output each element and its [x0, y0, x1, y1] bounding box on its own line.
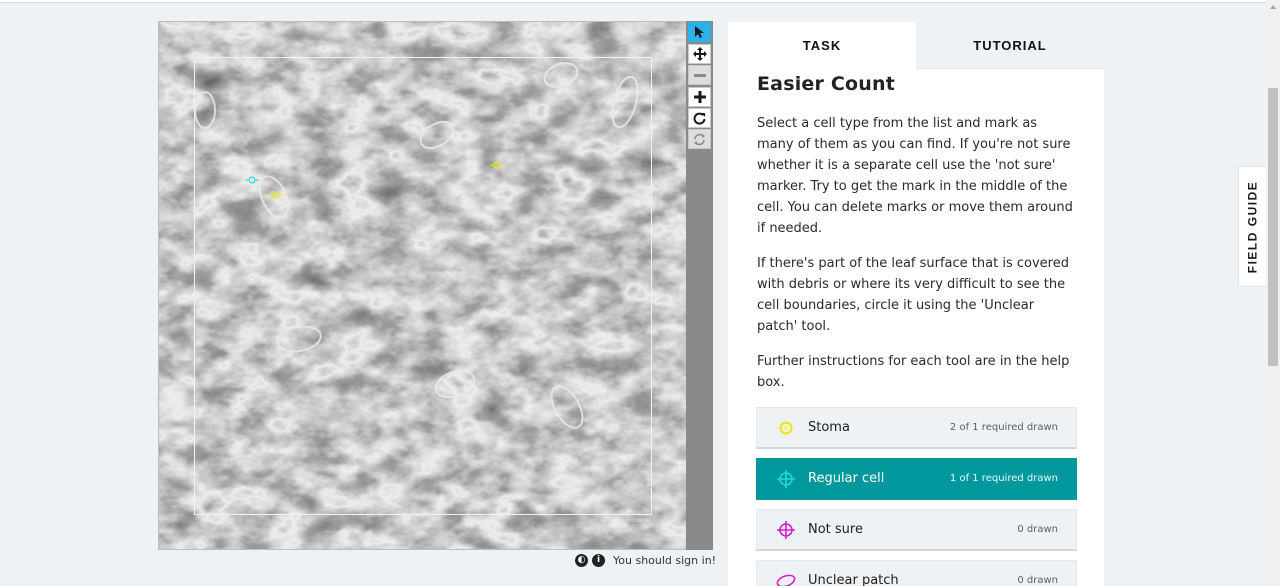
subject-image-viewer[interactable]: 500 microns 3 microns [158, 21, 687, 550]
instruction-paragraph: If there's part of the leaf surface that… [757, 256, 1069, 334]
scroll-up-arrow-icon[interactable] [1268, 2, 1278, 12]
regular-cell-mark[interactable] [245, 173, 259, 187]
info-icon[interactable]: i [592, 553, 605, 567]
scale-bar-label: 500 microns [612, 517, 650, 524]
instruction-paragraph: Further instructions for each tool are i… [757, 354, 1070, 390]
field-guide-label: FIELD GUIDE [1245, 180, 1260, 273]
task-panel: TASK TUTORIAL Easier Count Select a cell… [728, 22, 1104, 586]
tool-label: Stoma [808, 420, 850, 435]
zoom-in-button[interactable] [688, 87, 711, 107]
stoma-mark[interactable] [269, 188, 283, 202]
crosshair-icon [775, 519, 797, 541]
move-icon [692, 47, 707, 61]
pointer-tool-button[interactable] [688, 22, 711, 42]
pointer-icon [694, 26, 704, 38]
task-title: Easier Count [757, 73, 896, 95]
top-header-strip [0, 0, 1266, 3]
rotate-button[interactable] [688, 108, 711, 128]
tool-label: Unclear patch [808, 573, 899, 586]
tool-unclear-patch[interactable]: Unclear patch 0 drawn [756, 560, 1077, 586]
viewer-toolbar [686, 21, 713, 550]
scrollbar-thumb[interactable] [1268, 88, 1278, 366]
tool-regular-cell[interactable]: Regular cell 1 of 1 required drawn [756, 458, 1077, 500]
crosshair-icon [775, 468, 797, 490]
reset-icon [694, 133, 705, 145]
ellipse-icon [775, 570, 797, 586]
tab-tutorial[interactable]: TUTORIAL [916, 22, 1104, 69]
stoma-mark[interactable] [490, 158, 504, 172]
tool-not-sure[interactable]: Not sure 0 drawn [756, 509, 1077, 551]
stoma-marker-icon [775, 417, 797, 439]
tool-label: Not sure [808, 522, 863, 537]
tab-task[interactable]: TASK [728, 22, 916, 69]
rotate-icon [693, 112, 706, 125]
zoom-out-icon [693, 74, 706, 77]
reset-button[interactable] [688, 129, 711, 149]
sign-in-text[interactable]: You should sign in! [613, 554, 716, 567]
tool-label: Regular cell [808, 471, 885, 486]
zoom-out-button[interactable] [688, 65, 711, 85]
tool-count: 2 of 1 required drawn [949, 422, 1058, 433]
tool-count: 0 drawn [1017, 524, 1058, 535]
move-tool-button[interactable] [688, 44, 711, 64]
instruction-paragraph: Select a cell type from the list and mar… [757, 116, 1073, 236]
field-guide-tab[interactable]: FIELD GUIDE [1238, 166, 1266, 287]
tool-stoma[interactable]: Stoma 2 of 1 required drawn [756, 407, 1077, 449]
tool-count: 0 drawn [1017, 575, 1058, 586]
crop-frame [194, 57, 652, 515]
panel-tabs: TASK TUTORIAL [728, 22, 1104, 69]
zoom-in-icon [693, 91, 706, 103]
drawing-tools-list: Stoma 2 of 1 required drawn Regular cell… [756, 407, 1077, 586]
sign-in-notice: ◐ i You should sign in! [575, 552, 716, 568]
contrast-icon[interactable]: ◐ [575, 553, 588, 567]
scale-bar-vertical-label: 3 microns [646, 462, 653, 492]
tool-count: 1 of 1 required drawn [949, 473, 1058, 484]
